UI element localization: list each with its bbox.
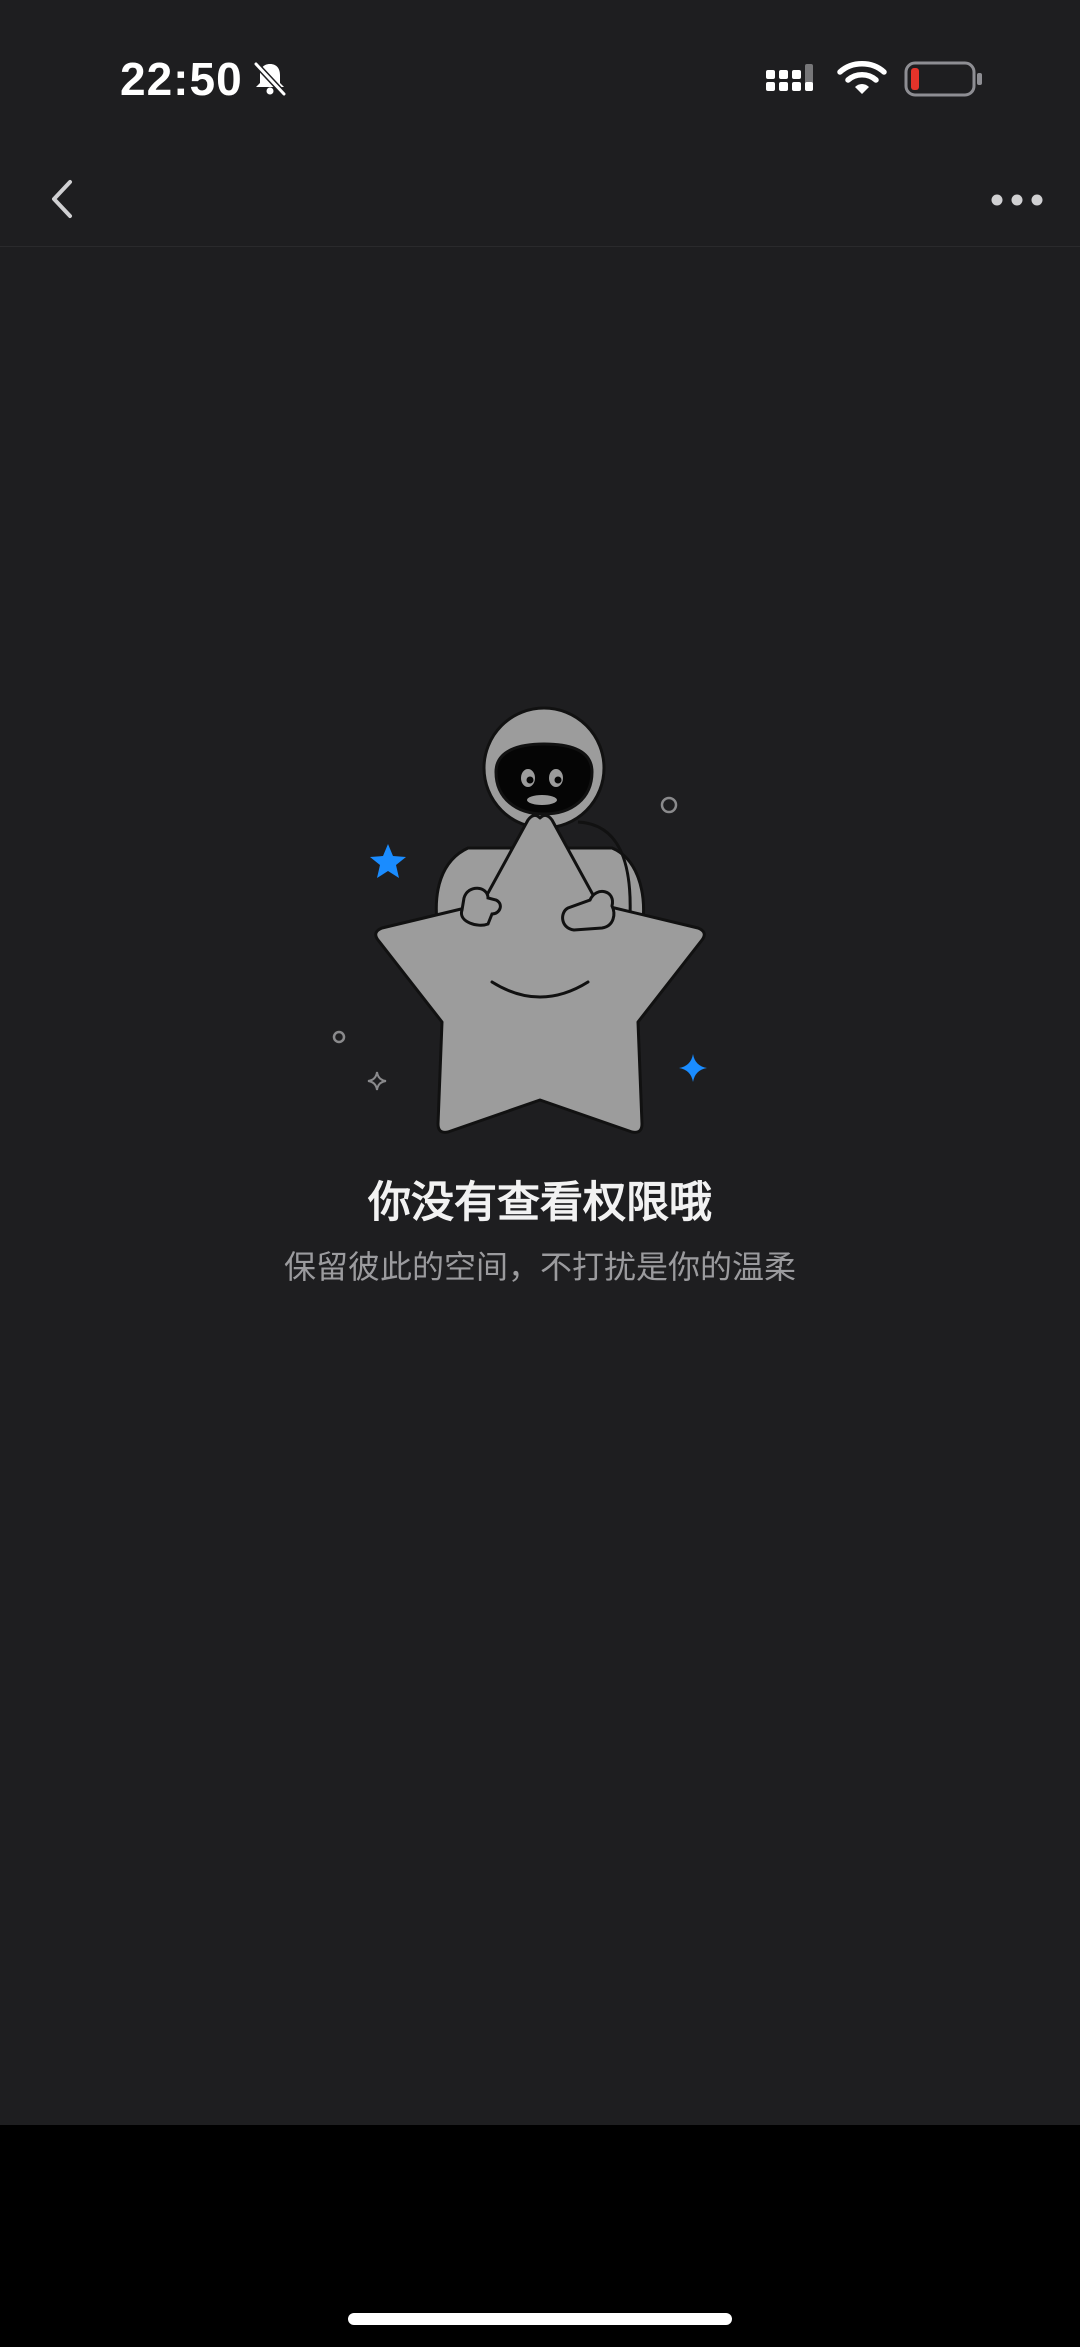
- nav-bar: [0, 150, 1080, 247]
- status-time: 22:50: [120, 53, 243, 105]
- back-chevron-icon[interactable]: [28, 164, 98, 234]
- home-indicator[interactable]: [348, 2313, 732, 2325]
- sparkle-outline-icon: [367, 1071, 387, 1091]
- empty-state-subtitle: 保留彼此的空间，不打扰是你的温柔: [283, 1248, 796, 1286]
- more-ellipsis-icon[interactable]: [982, 164, 1052, 234]
- battery-low-icon: [904, 61, 982, 97]
- bell-slash-icon: [253, 61, 287, 97]
- screen: 22:50 你没有查看权限哦 保留彼此的空间，不打扰是你的温柔: [0, 0, 1080, 2125]
- status-bar: 22:50: [0, 0, 1080, 150]
- ring-dot-icon: [332, 1030, 346, 1044]
- blue-star-icon: [370, 844, 406, 878]
- astronaut-star-illustration: [332, 706, 707, 1134]
- blue-sparkle-icon: [679, 1054, 707, 1082]
- big-star-shape: [374, 813, 706, 1134]
- ring-dot-icon: [660, 796, 678, 814]
- empty-state-title: 你没有查看权限哦: [368, 1178, 712, 1228]
- cellular-signal-icon: [766, 64, 813, 91]
- wifi-icon: [837, 61, 887, 94]
